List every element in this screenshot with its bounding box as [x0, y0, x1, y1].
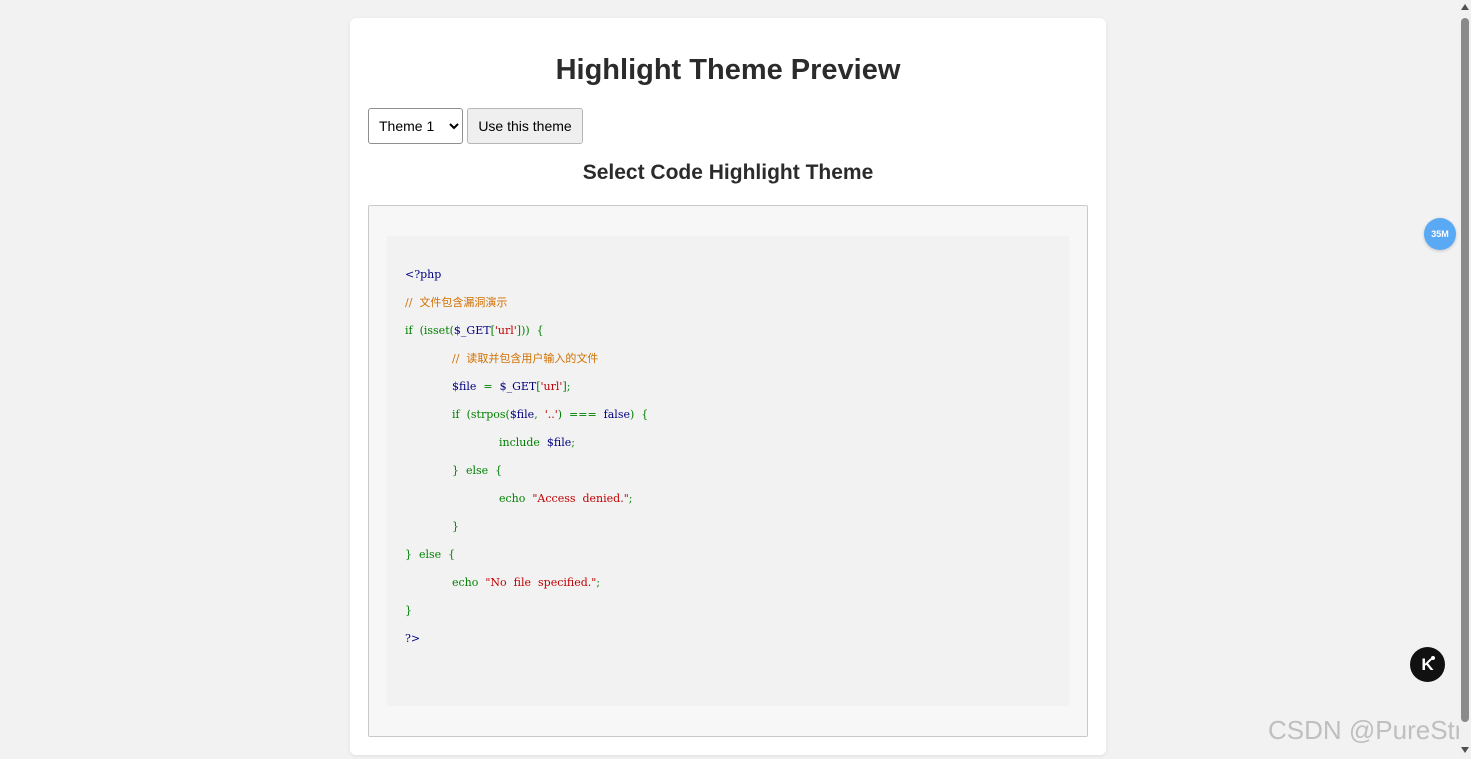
- code-line: if (isset($_GET['url'])) {: [387, 320, 1069, 348]
- scroll-down-icon[interactable]: [1461, 747, 1469, 753]
- use-theme-button[interactable]: Use this theme: [467, 108, 583, 144]
- code-line: $file = $_GET['url'];: [387, 376, 1069, 404]
- code-token: // 读取并包含用户输入的文件: [452, 352, 599, 365]
- theme-select[interactable]: Theme 1: [368, 108, 463, 144]
- code-line: // 文件包含漏洞演示: [387, 292, 1069, 320]
- code-token: ) ===: [557, 408, 604, 421]
- code-line: } else {: [387, 544, 1069, 572]
- code-line: if (strpos($file, '..') === false) {: [387, 404, 1069, 432]
- code-token: 'url': [540, 380, 563, 393]
- code-token: "No file specified.": [485, 576, 597, 589]
- code-token: ,: [534, 408, 545, 421]
- code-token: $_GET: [499, 380, 537, 393]
- code-preview-frame: <?php // 文件包含漏洞演示 if (isset($_GET['url']…: [368, 205, 1088, 737]
- code-token: ?>: [405, 632, 421, 645]
- k-logo-icon[interactable]: K: [1410, 647, 1445, 682]
- watermark: CSDN @PureStr: [1268, 715, 1459, 745]
- vertical-scrollbar[interactable]: [1459, 0, 1471, 759]
- code-line: }: [387, 516, 1069, 544]
- code-token: echo: [452, 576, 486, 589]
- code-line: include $file;: [387, 432, 1069, 460]
- code-token: "Access denied.": [532, 492, 629, 505]
- code-token: // 文件包含漏洞演示: [405, 296, 508, 309]
- code-token: $file: [546, 436, 572, 449]
- code-token: if (isset(: [405, 324, 454, 337]
- code-token: '..': [544, 408, 558, 421]
- code-token: ;: [628, 492, 633, 505]
- code-token: $file: [452, 380, 477, 393]
- memory-badge[interactable]: 35M: [1424, 218, 1456, 250]
- code-token: <?php: [405, 268, 442, 281]
- code-token: } else {: [405, 548, 456, 561]
- scroll-up-icon[interactable]: [1461, 4, 1469, 10]
- code-token: $file: [509, 408, 535, 421]
- code-token: =: [476, 380, 500, 393]
- code-token: $_GET: [453, 324, 491, 337]
- code-line: // 读取并包含用户输入的文件: [387, 348, 1069, 376]
- code-token: }: [452, 520, 459, 533]
- code-token: }: [405, 604, 412, 617]
- k-logo-dot: [1431, 656, 1435, 660]
- code-token: ;: [596, 576, 601, 589]
- code-line: ?>: [387, 628, 1069, 656]
- code-line: <?php: [387, 264, 1069, 292]
- section-title: Select Code Highlight Theme: [582, 161, 874, 184]
- page-title: Highlight Theme Preview: [555, 54, 901, 86]
- code-token: include: [499, 436, 547, 449]
- code-token: ];: [562, 380, 571, 393]
- code-token: ;: [571, 436, 576, 449]
- code-line: } else {: [387, 460, 1069, 488]
- scroll-thumb[interactable]: [1461, 18, 1469, 722]
- main-card: Highlight Theme Preview Theme 1 Use this…: [350, 18, 1106, 755]
- code-block: <?php // 文件包含漏洞演示 if (isset($_GET['url']…: [387, 236, 1069, 706]
- code-token: false: [603, 408, 630, 421]
- code-token: } else {: [452, 464, 503, 477]
- code-token: ])) {: [516, 324, 544, 337]
- code-token: 'url': [494, 324, 517, 337]
- code-token: if (strpos(: [452, 408, 510, 421]
- code-token: ) {: [629, 408, 649, 421]
- code-line: echo "No file specified.";: [387, 572, 1069, 600]
- code-line: echo "Access denied.";: [387, 488, 1069, 516]
- code-line: }: [387, 600, 1069, 628]
- code-token: echo: [499, 492, 533, 505]
